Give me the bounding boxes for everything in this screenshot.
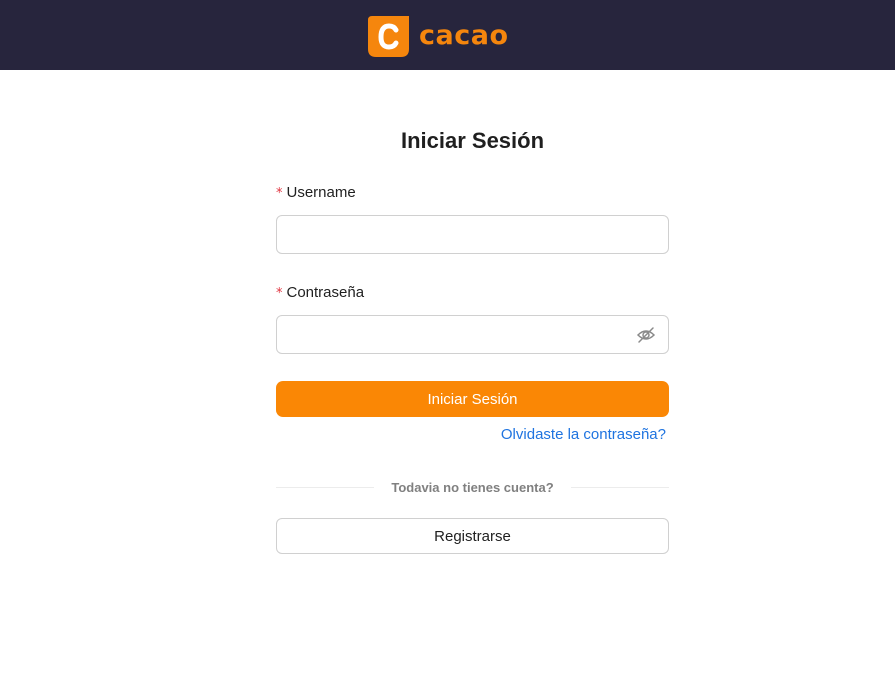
password-label-text: Contraseña <box>286 284 365 301</box>
required-marker: * <box>276 286 283 301</box>
username-label-text: Username <box>286 184 356 201</box>
forgot-password-link[interactable]: Olvidaste la contraseña? <box>501 426 666 443</box>
password-field-wrapper <box>276 315 669 354</box>
brand-name: cacao <box>419 20 509 51</box>
username-label: * Username <box>276 184 356 201</box>
divider-line-right <box>570 486 670 488</box>
divider-text: Todavia no tienes cuenta? <box>391 479 554 495</box>
register-divider: Todavia no tienes cuenta? <box>276 477 670 497</box>
brand-logo[interactable]: cacao <box>368 16 509 57</box>
login-submit-button[interactable]: Iniciar Sesión <box>276 381 669 417</box>
top-header: cacao <box>0 0 895 70</box>
username-input[interactable] <box>277 216 639 251</box>
password-label: * Contraseña <box>276 284 364 301</box>
page-title: Iniciar Sesión <box>400 128 545 153</box>
username-field-wrapper <box>276 215 669 254</box>
cacao-logo-icon <box>368 16 409 57</box>
divider-line-left <box>276 486 375 488</box>
password-input[interactable] <box>277 316 639 351</box>
eye-off-icon[interactable] <box>636 325 656 345</box>
required-marker: * <box>276 186 283 201</box>
register-button[interactable]: Registrarse <box>276 518 669 554</box>
